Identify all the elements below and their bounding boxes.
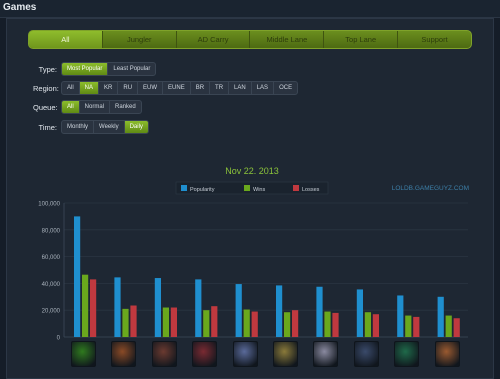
thresh-icon[interactable]: [394, 341, 420, 367]
filter-option-button[interactable]: All: [62, 101, 79, 113]
nasus-icon[interactable]: [273, 341, 298, 367]
chart-watermark: LOLDB.GAMEGUYZ.COM: [392, 185, 469, 192]
filter-button-group: All NA KR RU EUW EUNE BR TR LAN LAS OCE: [61, 81, 299, 95]
y-tick-label: 20,000: [42, 309, 61, 315]
legend-swatch: [293, 185, 299, 191]
y-tick-label: 80,000: [42, 228, 61, 234]
y-tick-label: 40,000: [42, 282, 61, 288]
filter-option-button[interactable]: Least Popular: [107, 63, 155, 75]
bar-losses: [130, 305, 137, 337]
legend-label: Wins: [253, 187, 265, 193]
tab-support[interactable]: Support: [397, 31, 471, 48]
filter-option-button[interactable]: LAN: [228, 82, 251, 94]
bar-losses: [413, 316, 420, 337]
bar-popularity: [74, 216, 81, 337]
filter-label: Time:: [38, 122, 57, 132]
bar-popularity: [154, 278, 161, 337]
page-title: Games: [3, 2, 37, 13]
jinx-icon[interactable]: [232, 341, 258, 367]
filter-row: Type: Most Popular Least Popular: [33, 62, 157, 76]
stats-chart: Nov 22. 2013 LOLDB.GAMEGUYZ.COM Popularity…: [38, 166, 469, 342]
tab-all[interactable]: All: [29, 31, 102, 48]
bar-popularity: [195, 279, 202, 337]
chart-title: Nov 22. 2013: [225, 166, 279, 176]
legend-swatch: [181, 185, 187, 191]
filter-option-button[interactable]: All: [62, 82, 79, 94]
bar-losses: [211, 306, 218, 337]
tryndamere-icon[interactable]: [111, 341, 137, 367]
filter-option-button[interactable]: Normal: [78, 101, 109, 113]
janna-icon[interactable]: [313, 341, 339, 367]
bar-wins: [162, 307, 169, 337]
filter-option-button[interactable]: OCE: [273, 82, 297, 94]
bar-losses: [292, 310, 299, 337]
bar-wins: [284, 312, 291, 337]
filter-option-button[interactable]: Daily: [123, 121, 148, 133]
filter-option-button[interactable]: KR: [98, 82, 117, 94]
filter-option-button[interactable]: BR: [189, 82, 209, 94]
caitlyn-icon[interactable]: [151, 341, 177, 367]
bar-popularity: [114, 277, 121, 337]
filter-row: Region: All NA KR RU EUW EUNE BR TR LAN LAS OCE: [33, 81, 299, 95]
legend-label: Popularity: [190, 187, 215, 193]
filter-option-button[interactable]: EUW: [137, 82, 162, 94]
filter-option-button[interactable]: TR: [209, 82, 228, 94]
filter-option-button[interactable]: NA: [78, 82, 99, 94]
y-tick-label: 0: [57, 336, 61, 342]
vayne-icon[interactable]: [353, 341, 379, 367]
filter-button-group: Monthly Weekly Daily: [61, 120, 149, 134]
filter-option-button[interactable]: Most Popular: [62, 63, 108, 75]
tab-middle-lane[interactable]: Middle Lane: [249, 31, 323, 48]
role-tabs: All Jungler AD Carry Middle Lane Top Lan…: [28, 30, 472, 49]
filter-label: Type:: [38, 64, 57, 74]
bar-wins: [203, 310, 210, 337]
bar-losses: [170, 307, 177, 337]
bar-wins: [324, 311, 331, 337]
filter-option-button[interactable]: Weekly: [93, 121, 124, 133]
katarina-icon[interactable]: [192, 341, 218, 367]
bar-wins: [122, 308, 129, 337]
bar-losses: [372, 314, 379, 337]
filter-option-button[interactable]: LAS: [250, 82, 273, 94]
bar-wins: [445, 315, 452, 337]
filter-label: Queue:: [33, 102, 58, 112]
bar-popularity: [235, 284, 242, 337]
bar-losses: [332, 312, 339, 337]
bar-popularity: [276, 285, 283, 337]
games-header: Games: [0, 0, 500, 18]
tab-top-lane[interactable]: Top Lane: [323, 31, 397, 48]
filter-option-button[interactable]: EUNE: [162, 82, 190, 94]
legend-label: Losses: [302, 187, 320, 193]
filter-option-button[interactable]: RU: [117, 82, 137, 94]
bar-wins: [364, 312, 371, 337]
filter-row: Queue: All Normal Ranked: [33, 100, 142, 114]
bar-wins: [82, 274, 89, 337]
bar-popularity: [437, 296, 444, 337]
filter-label: Region:: [33, 83, 59, 93]
filter-option-button[interactable]: Ranked: [109, 101, 141, 113]
filter-button-group: All Normal Ranked: [61, 100, 142, 114]
zac-icon[interactable]: [71, 341, 96, 367]
tab-jungler[interactable]: Jungler: [101, 31, 176, 48]
y-tick-label: 60,000: [42, 255, 61, 261]
filter-row: Time: Monthly Weekly Daily: [33, 120, 149, 134]
tab-ad-carry[interactable]: AD Carry: [175, 31, 250, 48]
legend-swatch: [244, 185, 250, 191]
filter-option-button[interactable]: Monthly: [62, 121, 93, 133]
bar-popularity: [397, 295, 404, 337]
bar-losses: [251, 311, 258, 337]
bar-wins: [243, 309, 250, 337]
y-tick-label: 100,000: [38, 202, 60, 208]
bar-popularity: [316, 286, 323, 337]
bar-losses: [453, 318, 460, 337]
teemo-icon[interactable]: [434, 341, 460, 367]
filter-button-group: Most Popular Least Popular: [61, 62, 157, 76]
bar-popularity: [356, 289, 363, 337]
bar-wins: [405, 315, 412, 337]
bar-losses: [90, 279, 97, 337]
